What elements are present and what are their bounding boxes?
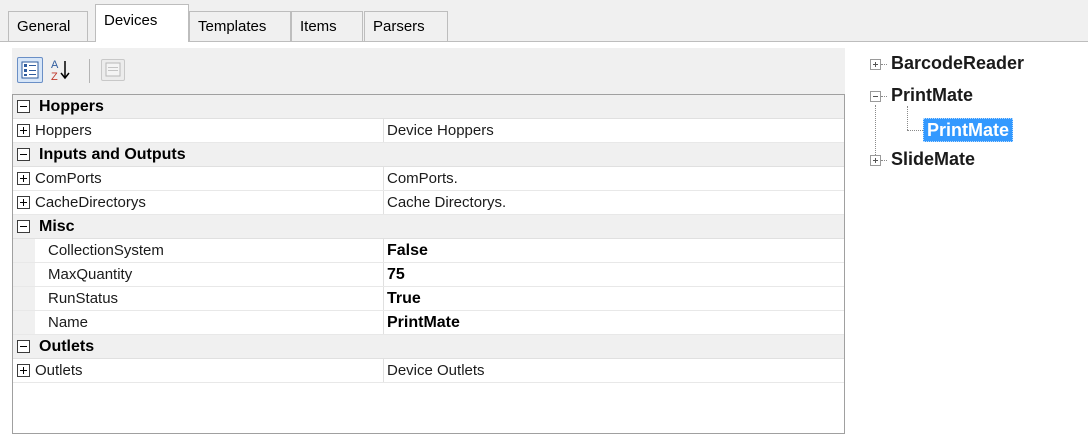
- expand-icon[interactable]: [17, 172, 30, 185]
- property-name: Outlets: [35, 362, 83, 379]
- row-margin: [13, 287, 35, 310]
- row-margin: [13, 239, 35, 262]
- category-label: Outlets: [39, 338, 95, 355]
- expand-icon[interactable]: [17, 196, 30, 209]
- property-grid-toolbar: A Z: [12, 48, 845, 94]
- column-divider: [383, 119, 384, 142]
- tree-connector: [881, 160, 887, 162]
- property-value[interactable]: 75: [387, 263, 405, 286]
- svg-text:Z: Z: [51, 71, 58, 83]
- tree-connector: [881, 64, 887, 66]
- property-row-maxquantity[interactable]: MaxQuantity 75: [13, 263, 844, 287]
- property-name: CollectionSystem: [48, 242, 164, 259]
- property-name: CacheDirectorys: [35, 194, 146, 211]
- property-name: MaxQuantity: [48, 266, 133, 283]
- collapse-icon[interactable]: [17, 340, 30, 353]
- row-margin: [13, 311, 35, 334]
- tab-templates[interactable]: Templates: [189, 11, 291, 41]
- tab-bar: General Devices Templates Items Parsers: [0, 0, 1088, 42]
- category-outlets[interactable]: Outlets: [13, 335, 844, 359]
- column-divider: [383, 263, 384, 286]
- property-rows: Hoppers Hoppers Device Hoppers Inputs an…: [12, 94, 845, 434]
- tree-connector: [907, 106, 909, 130]
- category-inputs-and-outputs[interactable]: Inputs and Outputs: [13, 143, 844, 167]
- collapse-icon[interactable]: [17, 148, 30, 161]
- tree-node-barcodereader[interactable]: BarcodeReader: [891, 52, 1024, 74]
- property-pages-icon: [105, 62, 121, 77]
- property-row-name[interactable]: Name PrintMate: [13, 311, 844, 335]
- property-value[interactable]: False: [387, 239, 428, 262]
- property-value[interactable]: Device Outlets: [387, 359, 485, 382]
- tab-items[interactable]: Items: [291, 11, 363, 41]
- property-row-runstatus[interactable]: RunStatus True: [13, 287, 844, 311]
- tree-connector: [881, 96, 887, 98]
- column-divider: [383, 167, 384, 190]
- categorized-icon: [21, 61, 39, 79]
- tree-node-printmate[interactable]: PrintMate: [891, 84, 973, 106]
- tree-node-printmate-child[interactable]: PrintMate: [923, 118, 1014, 142]
- expand-icon[interactable]: [17, 364, 30, 377]
- toolbar-separator: [89, 59, 90, 83]
- property-value[interactable]: True: [387, 287, 421, 310]
- tree-connector: [875, 105, 877, 159]
- column-divider: [383, 191, 384, 214]
- expand-icon[interactable]: [17, 124, 30, 137]
- collapse-icon[interactable]: [17, 100, 30, 113]
- collapse-icon[interactable]: [17, 220, 30, 233]
- property-value[interactable]: Cache Directorys.: [387, 191, 506, 214]
- collapse-icon[interactable]: [870, 91, 881, 102]
- property-name: RunStatus: [48, 290, 119, 307]
- alphabetical-button[interactable]: A Z: [48, 57, 74, 83]
- category-label: Misc: [39, 218, 75, 235]
- column-divider: [383, 239, 384, 262]
- property-row-hoppers[interactable]: Hoppers Device Hoppers: [13, 119, 844, 143]
- row-margin: [13, 263, 35, 286]
- alphabetical-sort-icon: A Z: [51, 59, 70, 83]
- property-row-cachedirectorys[interactable]: CacheDirectorys Cache Directorys.: [13, 191, 844, 215]
- property-grid: A Z Hoppers Hoppers Device Hoppers Input…: [12, 48, 845, 434]
- device-tree: BarcodeReader PrintMate PrintMate SlideM…: [860, 48, 1088, 188]
- property-value[interactable]: PrintMate: [387, 311, 460, 334]
- category-hoppers[interactable]: Hoppers: [13, 95, 844, 119]
- column-divider: [383, 311, 384, 334]
- property-row-outlets[interactable]: Outlets Device Outlets: [13, 359, 844, 383]
- category-misc[interactable]: Misc: [13, 215, 844, 239]
- tree-node-slidemate[interactable]: SlideMate: [891, 148, 975, 170]
- property-pages-button[interactable]: [101, 59, 125, 81]
- tab-general[interactable]: General: [8, 11, 88, 41]
- property-name: ComPorts: [35, 170, 102, 187]
- tab-devices[interactable]: Devices: [95, 4, 189, 42]
- property-row-comports[interactable]: ComPorts ComPorts.: [13, 167, 844, 191]
- property-value[interactable]: ComPorts.: [387, 167, 458, 190]
- property-row-collectionsystem[interactable]: CollectionSystem False: [13, 239, 844, 263]
- property-name: Hoppers: [35, 122, 92, 139]
- property-name: Name: [48, 314, 89, 331]
- expand-icon[interactable]: [870, 155, 881, 166]
- expand-icon[interactable]: [870, 59, 881, 70]
- category-label: Inputs and Outputs: [39, 146, 186, 163]
- svg-text:A: A: [51, 59, 59, 71]
- categorized-button[interactable]: [17, 57, 43, 83]
- column-divider: [383, 287, 384, 310]
- tab-parsers[interactable]: Parsers: [364, 11, 448, 41]
- property-value[interactable]: Device Hoppers: [387, 119, 494, 142]
- category-label: Hoppers: [39, 98, 104, 115]
- column-divider: [383, 359, 384, 382]
